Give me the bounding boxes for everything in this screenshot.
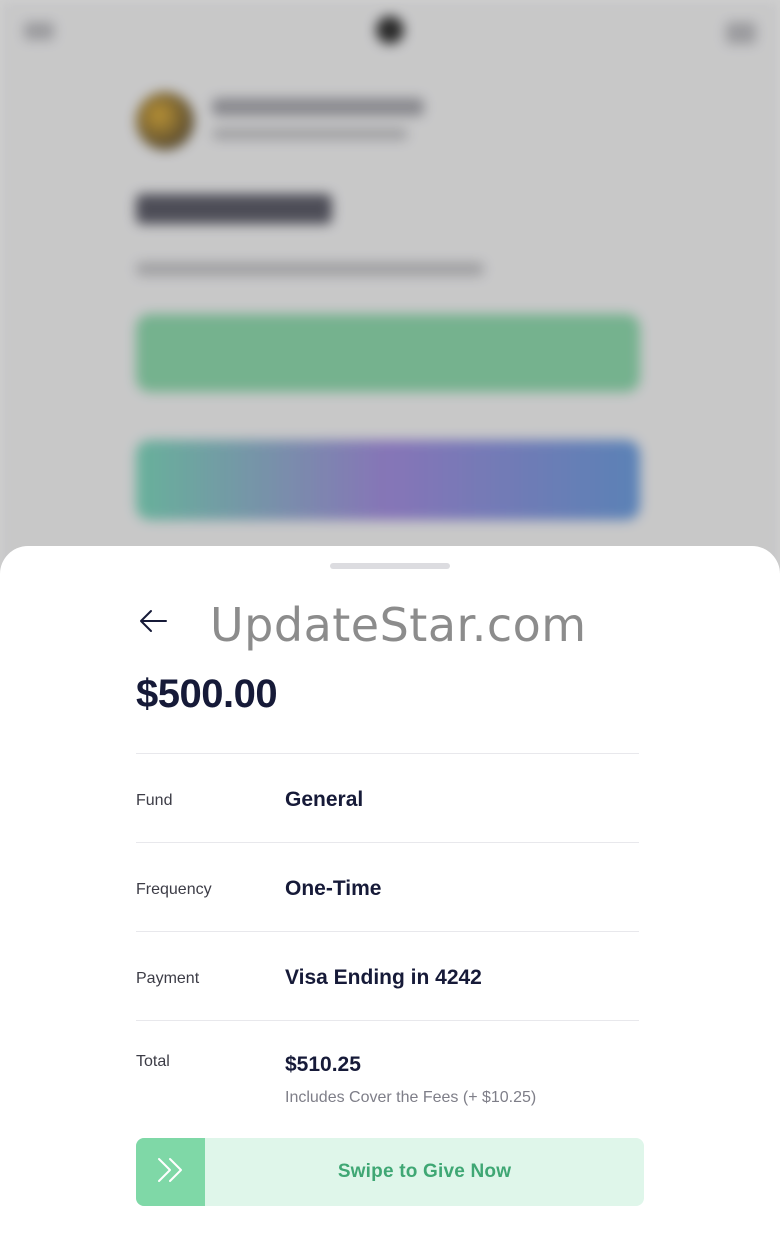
sheet-drag-handle[interactable] bbox=[330, 563, 450, 569]
summary-row-fund: Fund General bbox=[136, 753, 639, 842]
row-label: Total bbox=[136, 1053, 170, 1070]
back-button[interactable] bbox=[136, 608, 170, 638]
summary-list: Fund General Frequency One-Time Payment … bbox=[136, 753, 639, 1141]
total-value: $510.25 bbox=[285, 1053, 361, 1076]
swipe-to-give-slider[interactable]: Swipe to Give Now bbox=[136, 1138, 644, 1206]
row-value: One-Time bbox=[285, 877, 382, 900]
gift-amount: $500.00 bbox=[136, 672, 278, 716]
swipe-label: Swipe to Give Now bbox=[337, 1161, 512, 1182]
swipe-handle[interactable] bbox=[136, 1138, 205, 1206]
row-value: General bbox=[285, 788, 364, 811]
row-label: Fund bbox=[136, 792, 173, 809]
scrim-overlay[interactable] bbox=[0, 0, 780, 600]
row-value: Visa Ending in 4242 bbox=[285, 966, 482, 989]
summary-row-frequency: Frequency One-Time bbox=[136, 842, 639, 931]
fees-note: Includes Cover the Fees (+ $10.25) bbox=[285, 1089, 537, 1106]
watermark: UpdateStar.com bbox=[210, 598, 587, 652]
summary-row-payment: Payment Visa Ending in 4242 bbox=[136, 931, 639, 1020]
give-confirmation-sheet: UpdateStar.com $500.00 Fund General Freq… bbox=[0, 546, 780, 1248]
row-label: Payment bbox=[136, 970, 200, 987]
summary-row-total: Total $510.25 Includes Cover the Fees (+… bbox=[136, 1020, 639, 1141]
row-label: Frequency bbox=[136, 881, 212, 898]
double-chevron-right-icon bbox=[156, 1157, 186, 1188]
arrow-left-icon bbox=[138, 609, 168, 638]
